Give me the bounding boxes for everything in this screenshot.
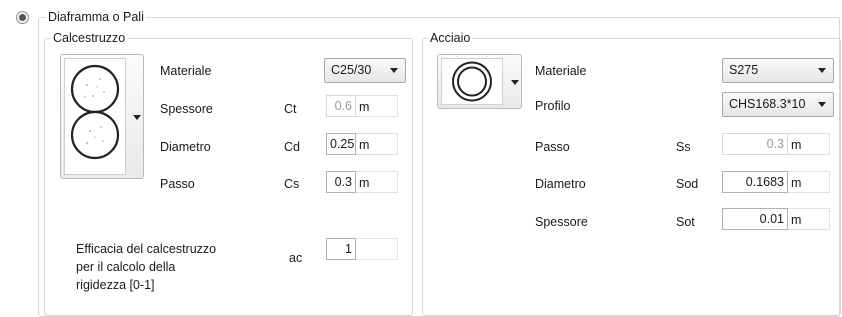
acc-profilo-value: CHS168.3*10: [729, 97, 806, 111]
calc-diametro-unit: m: [356, 133, 398, 155]
efficacia-label-line2: per il calcolo della: [76, 260, 176, 274]
efficacia-label-line1: Efficacia del calcestruzzo: [76, 242, 217, 256]
calc-spessore-unit: m: [356, 95, 398, 117]
acc-passo-symbol: Ss: [676, 140, 691, 154]
calc-passo-symbol: Cs: [284, 177, 300, 191]
acc-spessore-symbol: Sot: [676, 215, 695, 229]
calc-diametro-label: Diametro: [160, 140, 211, 154]
calc-passo-label: Passo: [160, 177, 195, 191]
acciaio-profile-preview: [441, 58, 503, 105]
chevron-down-icon: [133, 115, 141, 120]
efficacia-label-line3: rigidezza [0-1]: [76, 278, 155, 292]
diaframma-group-title: Diaframma o Pali: [46, 10, 146, 24]
pile-circles-icon: [70, 64, 120, 160]
acc-materiale-label: Materiale: [535, 64, 587, 78]
chevron-down-icon: [511, 80, 519, 85]
acc-passo-label: Passo: [535, 140, 570, 154]
efficacia-input[interactable]: 1: [326, 238, 356, 260]
acc-spessore-unit: m: [788, 208, 830, 230]
acc-profilo-select[interactable]: CHS168.3*10: [722, 92, 834, 117]
calc-passo-input[interactable]: 0.3: [326, 171, 356, 193]
acc-spessore-label: Spessore: [535, 215, 588, 229]
calc-diametro-input[interactable]: 0.25: [326, 133, 356, 155]
efficacia-unit-box: [356, 238, 398, 260]
calcestruzzo-section-preview: [64, 58, 126, 175]
calc-materiale-value: C25/30: [331, 63, 372, 77]
acc-diametro-symbol: Sod: [676, 177, 699, 191]
calc-spessore-symbol: Ct: [284, 102, 297, 116]
acciaio-group-title: Acciaio: [428, 31, 473, 45]
acc-materiale-select[interactable]: S275: [722, 58, 834, 83]
acc-materiale-value: S275: [729, 63, 759, 77]
acc-diametro-label: Diametro: [535, 177, 586, 191]
calcestruzzo-group-title: Calcestruzzo: [51, 31, 128, 45]
calc-materiale-select[interactable]: C25/30: [324, 58, 406, 83]
tube-section-icon: [452, 61, 492, 102]
calc-passo-unit: m: [356, 171, 398, 193]
acc-spessore-input[interactable]: 0.01: [722, 208, 788, 230]
acc-profilo-label: Profilo: [535, 99, 571, 113]
calc-spessore-input[interactable]: 0.6: [326, 95, 356, 117]
acc-passo-unit: m: [788, 133, 830, 155]
diaframma-radio[interactable]: [16, 11, 29, 24]
radio-selected-dot: [19, 14, 26, 21]
acc-diametro-unit: m: [788, 171, 830, 193]
calc-spessore-label: Spessore: [160, 102, 213, 116]
acciaio-profile-picker[interactable]: [437, 54, 522, 109]
calc-materiale-label: Materiale: [160, 64, 212, 78]
calc-diametro-symbol: Cd: [284, 140, 300, 154]
acc-passo-input[interactable]: 0.3: [722, 133, 788, 155]
chevron-down-icon: [818, 68, 826, 73]
efficacia-symbol: ac: [289, 251, 303, 265]
chevron-down-icon: [818, 102, 826, 107]
acc-diametro-input[interactable]: 0.1683: [722, 171, 788, 193]
chevron-down-icon: [390, 68, 398, 73]
calcestruzzo-section-picker[interactable]: [60, 54, 144, 179]
